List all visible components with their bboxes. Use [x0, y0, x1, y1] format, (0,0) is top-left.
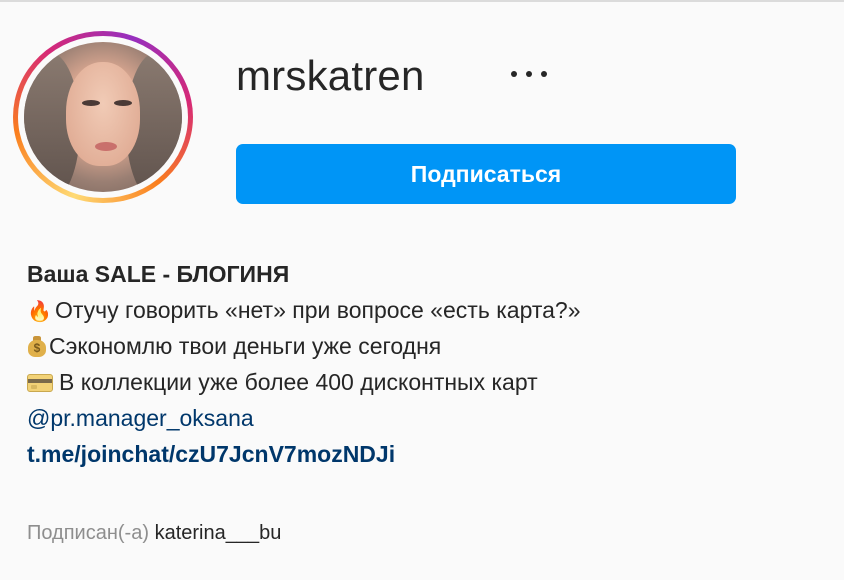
money-bag-icon: $ [27, 335, 47, 357]
bio-line-3-text: В коллекции уже более 400 дисконтных кар… [59, 369, 538, 395]
bio-line-1-text: Отучу говорить «нет» при вопросе «есть к… [55, 297, 581, 323]
profile-bio: Ваша SALE - БЛОГИНЯ 🔥 Отучу говорить «нет… [27, 256, 807, 472]
bio-display-name: Ваша SALE - БЛОГИНЯ [27, 261, 290, 287]
ellipsis-icon [526, 71, 532, 77]
bio-mention-line: @pr.manager_oksana [27, 400, 807, 436]
bio-website-line: t.me/joinchat/czU7JcnV7mozNDJi [27, 436, 807, 472]
bio-line-2-text: Сэкономлю твои деньги уже сегодня [49, 333, 442, 359]
profile-username: mrskatren [236, 52, 425, 99]
profile-avatar-story-ring[interactable] [13, 31, 193, 203]
followed-by-user-link[interactable]: katerina___bu [155, 522, 282, 544]
top-divider [0, 0, 844, 2]
ellipsis-icon [541, 71, 547, 77]
bio-line-2: $ Сэкономлю твои деньги уже сегодня [27, 328, 807, 364]
avatar-lips [95, 142, 117, 151]
credit-card-icon [27, 374, 53, 392]
ellipsis-icon [511, 71, 517, 77]
bio-mention-link[interactable]: @pr.manager_oksana [27, 405, 254, 431]
fire-icon: 🔥 [27, 301, 52, 323]
more-options-button[interactable] [508, 64, 552, 84]
follow-button[interactable]: Подписаться [236, 144, 736, 204]
avatar-gap [18, 36, 188, 198]
followed-by-label: Подписан(-а) [27, 522, 150, 544]
avatar[interactable] [24, 42, 182, 192]
bio-website-link[interactable]: t.me/joinchat/czU7JcnV7mozNDJi [27, 441, 395, 467]
avatar-eye-right [114, 100, 132, 106]
bio-line-3: В коллекции уже более 400 дисконтных кар… [27, 364, 807, 400]
followed-by: Подписан(-а) katerina___bu [27, 515, 281, 551]
bio-line-1: 🔥 Отучу говорить «нет» при вопросе «есть … [27, 292, 807, 328]
avatar-eye-left [82, 100, 100, 106]
